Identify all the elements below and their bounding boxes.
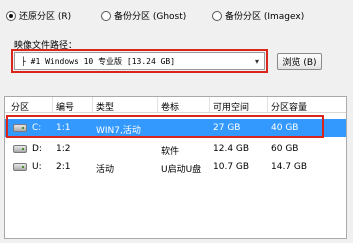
cell-capacity: 60 GB <box>271 144 299 154</box>
cell-number: 1:2 <box>56 144 71 154</box>
cell-drive: D: <box>32 144 42 154</box>
radio-label: 备份分区 (Imagex) <box>225 12 305 22</box>
radio-label: 还原分区 (R) <box>19 12 72 22</box>
column-header-type[interactable]: 类型 <box>96 100 114 113</box>
radio-dot[interactable] <box>212 10 222 21</box>
table-row[interactable]: C: 1:1 WIN7,活动 27 GB 40 GB <box>5 119 346 137</box>
column-header-label[interactable]: 卷标 <box>161 100 179 113</box>
backup-ghost-radio[interactable]: 备份分区 (Ghost) <box>101 9 186 22</box>
backup-imagex-radio[interactable]: 备份分区 (Imagex) <box>212 9 304 22</box>
usb-disk-icon <box>13 163 27 171</box>
browse-button[interactable]: 浏览 (B) <box>277 53 322 70</box>
cell-free: 10.7 GB <box>213 162 250 172</box>
cell-free: 12.4 GB <box>213 144 250 154</box>
partition-table: 分区 编号 类型 卷标 可用空间 分区容量 C: 1:1 WIN7,活动 27 … <box>4 96 347 239</box>
table-row[interactable]: D: 1:2 软件 12.4 GB 60 GB <box>5 140 346 158</box>
hard-disk-icon <box>13 145 27 153</box>
cell-capacity: 14.7 GB <box>271 162 308 172</box>
column-header-partition[interactable]: 分区 <box>11 100 29 113</box>
radio-dot[interactable] <box>6 10 16 21</box>
restore-partition-radio[interactable]: 还原分区 (R) <box>6 9 71 22</box>
cell-label: U启动U盘 <box>161 165 202 175</box>
cell-free: 27 GB <box>213 123 241 133</box>
column-header-number[interactable]: 编号 <box>56 100 74 113</box>
cell-type: WIN7,活动 <box>96 126 141 136</box>
table-row[interactable]: U: 2:1 活动 U启动U盘 10.7 GB 14.7 GB <box>5 158 346 176</box>
annotation-highlight-box <box>11 49 268 73</box>
cell-drive: C: <box>32 123 42 133</box>
column-header-free[interactable]: 可用空间 <box>213 100 249 113</box>
cell-drive: U: <box>32 162 42 172</box>
cell-number: 1:1 <box>56 123 71 133</box>
cell-type: 活动 <box>96 165 115 175</box>
column-header-capacity[interactable]: 分区容量 <box>271 100 307 113</box>
cell-number: 2:1 <box>56 162 71 172</box>
restore-mode-group: 还原分区 (R) 备份分区 (Ghost) 备份分区 (Imagex) <box>6 9 353 25</box>
cell-label: 软件 <box>161 147 180 157</box>
radio-dot[interactable] <box>101 10 111 21</box>
hard-disk-icon <box>13 124 27 132</box>
table-header: 分区 编号 类型 卷标 可用空间 分区容量 <box>5 97 346 113</box>
radio-label: 备份分区 (Ghost) <box>114 12 187 22</box>
cell-capacity: 40 GB <box>271 123 299 133</box>
